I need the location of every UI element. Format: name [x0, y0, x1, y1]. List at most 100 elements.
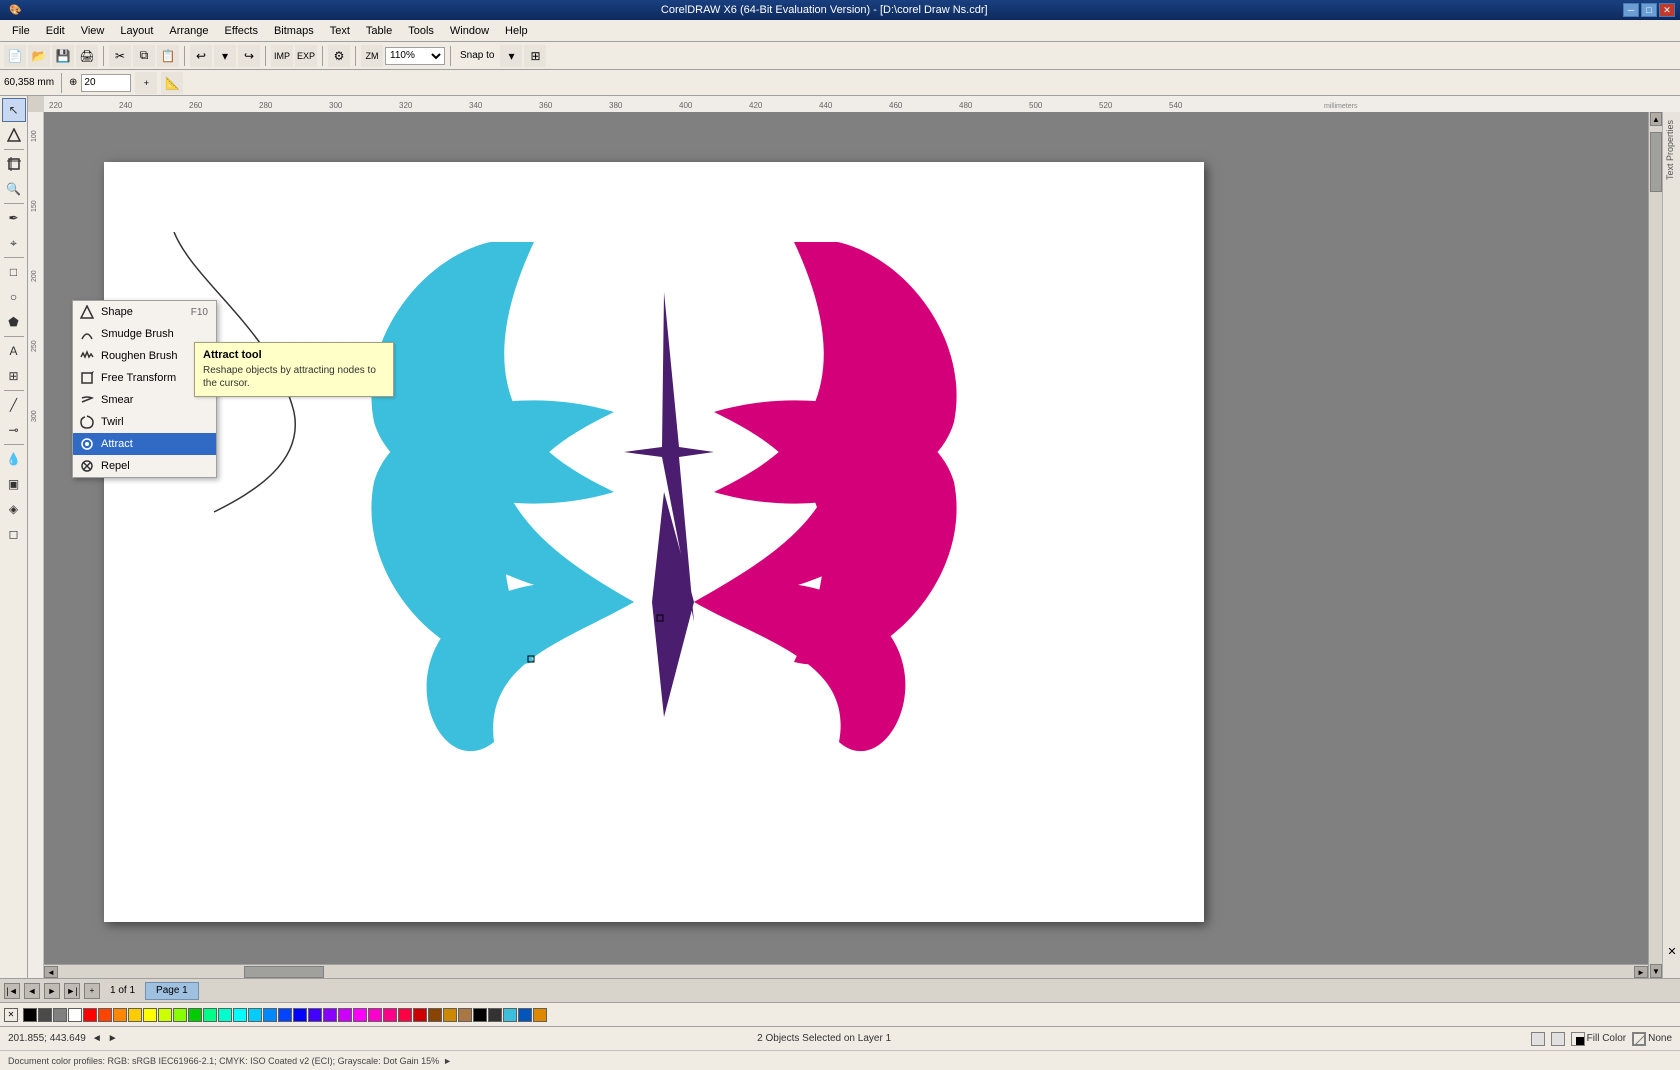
magenta-swatch[interactable] [353, 1008, 367, 1022]
snap-dropdown[interactable]: ▾ [500, 45, 522, 67]
pink-swatch[interactable] [368, 1008, 382, 1022]
prev-page-button[interactable]: ◄ [24, 983, 40, 999]
options-button[interactable]: ⚙ [328, 45, 350, 67]
import-button[interactable]: IMP [271, 45, 293, 67]
scroll-left-button[interactable]: ◄ [44, 966, 58, 978]
orange2-swatch[interactable] [533, 1008, 547, 1022]
menu-item-attract[interactable]: Attract [73, 433, 216, 455]
menu-bitmaps[interactable]: Bitmaps [266, 20, 322, 41]
zoom-tool-button[interactable]: 🔍 [2, 177, 26, 201]
menu-view[interactable]: View [73, 20, 113, 41]
dark-blue-swatch[interactable] [293, 1008, 307, 1022]
snap-indicator[interactable] [1531, 1032, 1545, 1046]
menu-help[interactable]: Help [497, 20, 536, 41]
profile-arrow[interactable]: ► [443, 1056, 452, 1066]
green-swatch[interactable] [188, 1008, 202, 1022]
shape-tool-button[interactable] [2, 123, 26, 147]
black-swatch[interactable] [23, 1008, 37, 1022]
polygon-tool-button[interactable]: ⬟ [2, 310, 26, 334]
dimension-tool-button[interactable]: ╱ [2, 393, 26, 417]
blue2-swatch[interactable] [518, 1008, 532, 1022]
menu-item-repel[interactable]: Repel [73, 455, 216, 477]
connector-tool-button[interactable]: ⊸ [2, 418, 26, 442]
open-button[interactable]: 📂 [28, 45, 50, 67]
smart-draw-button[interactable]: ⌖ [2, 231, 26, 255]
crimson-swatch[interactable] [398, 1008, 412, 1022]
next-page-button[interactable]: ► [44, 983, 60, 999]
tan-swatch[interactable] [458, 1008, 472, 1022]
size-input[interactable] [81, 74, 131, 92]
cyan2-swatch[interactable] [503, 1008, 517, 1022]
nav-arrow-right[interactable]: ► [108, 1033, 118, 1044]
size-increase[interactable]: + [135, 72, 157, 94]
ellipse-tool-button[interactable]: ○ [2, 285, 26, 309]
menu-effects[interactable]: Effects [217, 20, 266, 41]
redo-button[interactable]: ↪ [238, 45, 260, 67]
smart-fill-button[interactable]: ◈ [2, 497, 26, 521]
blue-swatch[interactable] [278, 1008, 292, 1022]
menu-arrange[interactable]: Arrange [161, 20, 216, 41]
orange-swatch[interactable] [113, 1008, 127, 1022]
orange-red-swatch[interactable] [98, 1008, 112, 1022]
yellow-swatch[interactable] [143, 1008, 157, 1022]
dark-gray-swatch[interactable] [38, 1008, 52, 1022]
menu-layout[interactable]: Layout [112, 20, 161, 41]
close-panel-button[interactable]: ✕ [1665, 944, 1679, 958]
crop-tool-button[interactable] [2, 152, 26, 176]
menu-edit[interactable]: Edit [38, 20, 73, 41]
menu-text[interactable]: Text [322, 20, 358, 41]
artwork-main[interactable] [334, 242, 984, 742]
canvas-background[interactable]: Shape F10 Smudge Brush Roughen Brush [44, 112, 1662, 978]
light-blue-swatch[interactable] [248, 1008, 262, 1022]
freehand-tool-button[interactable]: ✒ [2, 206, 26, 230]
dropper-tool-button[interactable]: 💧 [2, 447, 26, 471]
save-button[interactable]: 💾 [52, 45, 74, 67]
scroll-up-button[interactable]: ▲ [1650, 112, 1662, 126]
hot-pink-swatch[interactable] [383, 1008, 397, 1022]
violet-swatch[interactable] [323, 1008, 337, 1022]
transparency-button[interactable]: ◻ [2, 522, 26, 546]
teal-green-swatch[interactable] [203, 1008, 217, 1022]
menu-item-twirl[interactable]: Twirl [73, 411, 216, 433]
menu-file[interactable]: File [4, 20, 38, 41]
zoom-levels-button[interactable]: ZM [361, 45, 383, 67]
amber-swatch[interactable] [128, 1008, 142, 1022]
sky-blue-swatch[interactable] [263, 1008, 277, 1022]
indigo-swatch[interactable] [308, 1008, 322, 1022]
gold-swatch[interactable] [443, 1008, 457, 1022]
text-tool-button[interactable]: A [2, 339, 26, 363]
cyan-swatch[interactable] [233, 1008, 247, 1022]
rectangle-tool-button[interactable]: □ [2, 260, 26, 284]
yellow-green-swatch[interactable] [158, 1008, 172, 1022]
stroke-color-box[interactable] [1632, 1032, 1646, 1046]
brown-swatch[interactable] [428, 1008, 442, 1022]
copy-button[interactable]: ⧉ [133, 45, 155, 67]
dark2-swatch[interactable] [488, 1008, 502, 1022]
red-swatch[interactable] [83, 1008, 97, 1022]
undo-dropdown[interactable]: ▾ [214, 45, 236, 67]
table-tool-button[interactable]: ⊞ [2, 364, 26, 388]
menu-item-shape[interactable]: Shape F10 [73, 301, 216, 323]
undo-button[interactable]: ↩ [190, 45, 212, 67]
cyan-green-swatch[interactable] [218, 1008, 232, 1022]
white-swatch[interactable] [68, 1008, 82, 1022]
menu-tools[interactable]: Tools [400, 20, 442, 41]
horizontal-scrollbar[interactable]: ◄ ► [44, 964, 1648, 978]
snap-settings[interactable]: ⊞ [524, 45, 546, 67]
scroll-h-thumb[interactable] [244, 966, 324, 978]
menu-window[interactable]: Window [442, 20, 497, 41]
add-page-button[interactable]: + [84, 983, 100, 999]
dark-red-swatch[interactable] [413, 1008, 427, 1022]
minimize-button[interactable]: ─ [1623, 3, 1639, 17]
black2-swatch[interactable] [473, 1008, 487, 1022]
light-green-swatch[interactable] [173, 1008, 187, 1022]
scroll-thumb[interactable] [1650, 132, 1662, 192]
gray-swatch[interactable] [53, 1008, 67, 1022]
fill-color-box[interactable] [1571, 1032, 1585, 1046]
zoom-select[interactable]: 110% 100% 75% 50% [385, 47, 445, 65]
cut-button[interactable]: ✂ [109, 45, 131, 67]
new-button[interactable]: 📄 [4, 45, 26, 67]
pick-tool-button[interactable]: ↖ [2, 98, 26, 122]
page-1-tab[interactable]: Page 1 [145, 982, 199, 1000]
scroll-down-button[interactable]: ▼ [1650, 964, 1662, 978]
